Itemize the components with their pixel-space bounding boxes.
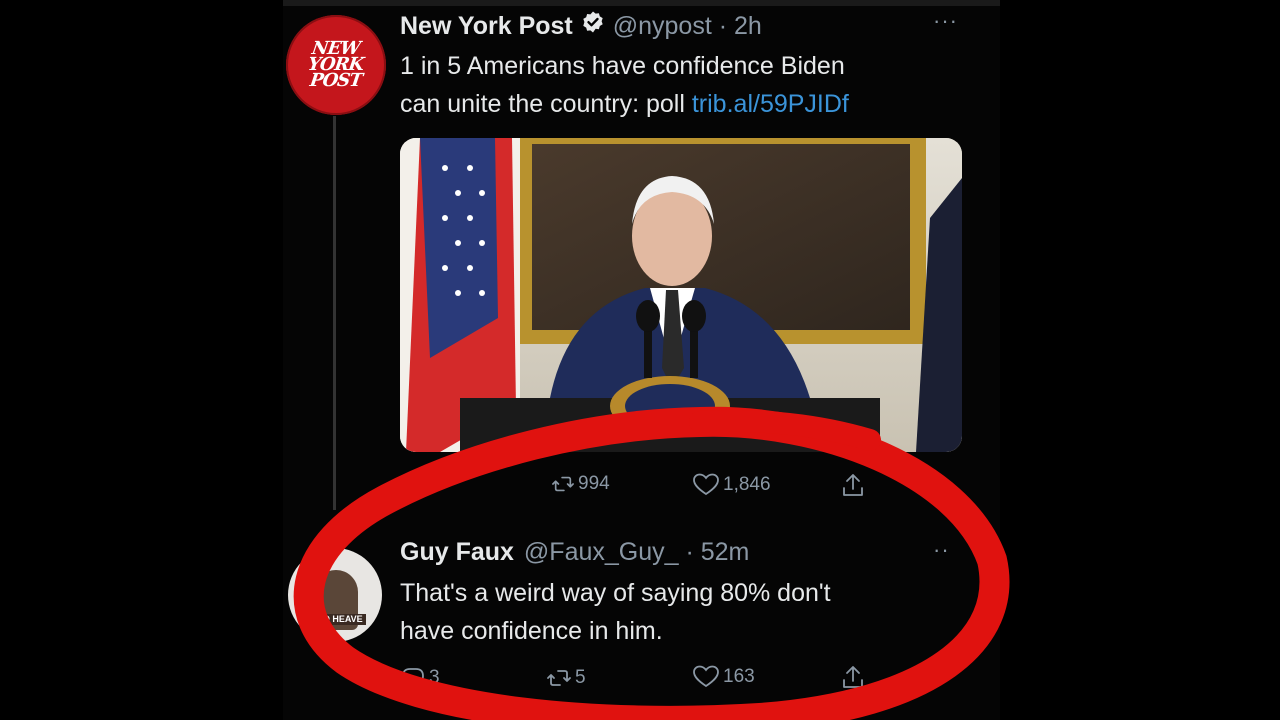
reply-handle-and-time: @Faux_Guy_ · 52m [523, 538, 750, 566]
tweet-photo[interactable] [400, 138, 962, 452]
handle-and-time: @nypost · 2h [612, 12, 762, 40]
reply-share-button[interactable] [840, 664, 866, 690]
reply-reply-button[interactable]: 3 [401, 666, 440, 690]
like-button[interactable]: 1,846 [693, 473, 771, 497]
photo-illustration [400, 138, 962, 452]
more-icon[interactable]: ··· [933, 8, 958, 34]
guy-faux-avatar[interactable]: IM TO HEAVE [288, 548, 382, 642]
reply-text: That's a weird way of saying 80% don't h… [400, 574, 831, 650]
like-count: 1,846 [723, 474, 771, 495]
tweet-header: New York Post @nypost · 2h [400, 10, 762, 41]
reply-like-button[interactable]: 163 [693, 665, 755, 689]
tweet-text: 1 in 5 Americans have confidence Biden c… [400, 47, 849, 123]
reply-retweet-button[interactable]: 5 [547, 666, 586, 690]
retweet-icon [552, 476, 574, 492]
share-button[interactable] [840, 472, 866, 498]
nypost-avatar[interactable]: NEW YORK POST [286, 15, 386, 115]
like-icon [693, 665, 719, 688]
reply-text-line: have confidence in him. [400, 617, 663, 645]
reply-more-icon[interactable]: ·· [933, 537, 950, 563]
reply-author-name[interactable]: Guy Faux [400, 538, 514, 567]
like-icon [693, 473, 719, 496]
reply-header: Guy Faux @Faux_Guy_ · 52m [400, 538, 749, 567]
reply-like-count: 163 [723, 666, 755, 687]
retweet-count: 994 [578, 473, 610, 494]
retweet-icon [547, 670, 571, 686]
reply-text-line: That's a weird way of saying 80% don't [400, 579, 831, 607]
tweet-text-segment: can unite the country: poll [400, 90, 692, 118]
retweet-button[interactable]: 994 [552, 473, 610, 495]
share-icon [843, 474, 863, 496]
thread-connector-line [333, 116, 336, 510]
avatar-caption: IM TO HEAVE [302, 614, 366, 625]
tweet-text-line: 1 in 5 Americans have confidence Biden [400, 52, 845, 80]
reply-retweet-count: 5 [575, 667, 586, 688]
avatar-text-line: POST [308, 70, 364, 91]
top-divider [283, 0, 1000, 6]
verified-badge-icon [583, 11, 603, 33]
reply-count: 3 [429, 667, 440, 688]
author-name[interactable]: New York Post [400, 12, 573, 41]
reply-icon [402, 668, 424, 688]
tweet-link[interactable]: trib.al/59PJIDf [692, 90, 849, 118]
share-icon [843, 666, 863, 688]
tweet-text-line: can unite the country: poll trib.al/59PJ… [400, 85, 849, 123]
